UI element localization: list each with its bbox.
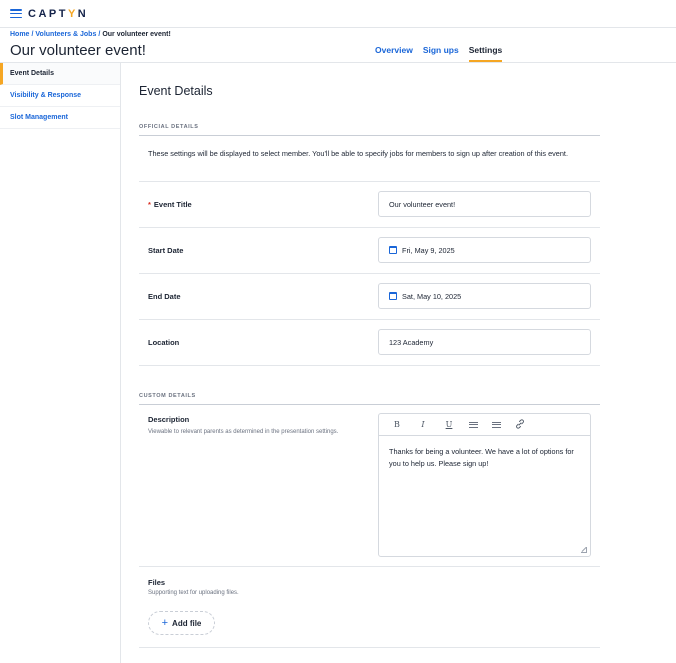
official-details-label: OFFICIAL DETAILS [139, 124, 199, 130]
description-editor: B I U Thanks for being a volunteer. We h… [378, 413, 591, 557]
breadcrumb: Home / Volunteers & Jobs / Our volunteer eve… [10, 31, 171, 38]
description-helper-text: Viewable to relevant parents as determin… [148, 429, 339, 435]
link-icon[interactable] [515, 418, 525, 431]
underline-button[interactable]: U [443, 420, 455, 429]
tab-settings[interactable]: Settings [468, 45, 503, 62]
group-divider [139, 404, 600, 405]
intro-text: These settings will be displayed to sele… [148, 149, 568, 158]
start-date-picker[interactable]: Fri, May 9, 2025 [378, 237, 591, 263]
calendar-icon [389, 246, 397, 254]
bulleted-list-icon[interactable] [469, 421, 478, 428]
editor-toolbar: B I U [379, 414, 590, 436]
bold-button[interactable]: B [391, 420, 403, 429]
row-divider [139, 227, 600, 228]
end-date-picker[interactable]: Sat, May 10, 2025 [378, 283, 591, 309]
group-divider [139, 135, 600, 136]
page-title: Our volunteer event! [10, 42, 146, 59]
row-divider [139, 365, 600, 366]
italic-button[interactable]: I [417, 420, 429, 429]
row-divider [139, 181, 600, 182]
add-file-label: Add file [172, 618, 202, 628]
description-label: Description [148, 415, 190, 424]
breadcrumb-home-link[interactable]: Home [10, 31, 29, 38]
start-date-label: Start Date [148, 246, 184, 255]
start-date-value: Fri, May 9, 2025 [402, 245, 455, 255]
calendar-icon [389, 292, 397, 300]
custom-details-label: CUSTOM DETAILS [139, 393, 196, 399]
top-bar: CAPTYN [0, 0, 676, 28]
location-input[interactable]: 123 Academy [378, 329, 591, 355]
row-divider [139, 566, 600, 567]
files-label: Files [148, 578, 166, 587]
sidebar-item-event-details[interactable]: Event Details [0, 63, 120, 85]
numbered-list-icon[interactable] [492, 421, 501, 428]
location-label: Location [148, 338, 180, 347]
sidebar-item-slot-management[interactable]: Slot Management [0, 107, 120, 129]
tab-sign-ups[interactable]: Sign ups [423, 45, 459, 62]
event-title-input[interactable]: Our volunteer event! [378, 191, 591, 217]
required-marker: * [148, 200, 151, 209]
description-textarea[interactable]: Thanks for being a volunteer. We have a … [379, 436, 590, 480]
breadcrumb-current: Our volunteer event! [102, 31, 171, 38]
tab-overview[interactable]: Overview [375, 45, 413, 62]
row-divider [139, 319, 600, 320]
plus-icon: + [161, 616, 169, 629]
tab-bar: Overview Sign ups Settings [375, 45, 503, 62]
add-file-button[interactable]: + Add file [148, 611, 215, 635]
event-title-label: * Event Title [148, 200, 192, 209]
sidebar-item-visibility-response[interactable]: Visibility & Response [0, 85, 120, 107]
resize-handle-icon[interactable] [581, 547, 587, 553]
files-helper-text: Supporting text for uploading files. [148, 590, 239, 596]
section-title: Event Details [139, 84, 213, 98]
breadcrumb-volunteers-link[interactable]: Volunteers & Jobs [35, 31, 96, 38]
row-divider [139, 647, 600, 648]
hamburger-menu-icon[interactable] [10, 9, 22, 18]
row-divider [139, 273, 600, 274]
end-date-value: Sat, May 10, 2025 [402, 291, 462, 301]
end-date-label: End Date [148, 292, 181, 301]
captyn-logo[interactable]: CAPTYN [28, 8, 88, 20]
sidebar: Event Details Visibility & Response Slot… [0, 63, 121, 663]
